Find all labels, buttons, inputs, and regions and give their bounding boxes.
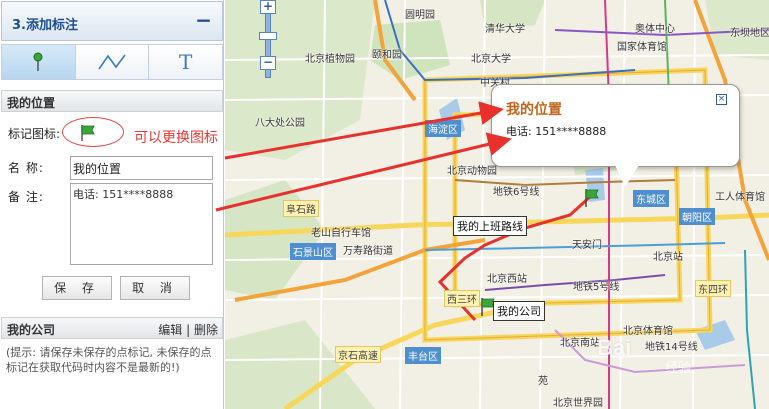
map-label: 北京南站 bbox=[560, 338, 600, 349]
info-window-phone: 电话: 151****8888 bbox=[506, 125, 607, 138]
company-actions: 编辑 | 删除 bbox=[158, 321, 218, 338]
company-label[interactable]: 我的公司 bbox=[493, 301, 545, 321]
panel-header: 3.添加标注 − bbox=[1, 1, 223, 41]
zoom-slider-handle[interactable] bbox=[259, 32, 277, 40]
zoom-control: + − bbox=[259, 0, 277, 78]
watermark-sub: 经验 bbox=[665, 361, 692, 376]
route-label[interactable]: 我的上班路线 bbox=[453, 216, 527, 236]
green-flag-icon bbox=[81, 125, 95, 141]
map-label: 地铁14号线 bbox=[645, 342, 698, 353]
map-label: 颐和园 bbox=[372, 50, 402, 61]
icon-picker[interactable] bbox=[62, 117, 124, 147]
map-label: 工人体育馆 bbox=[715, 192, 765, 203]
map-label: 圆明园 bbox=[405, 10, 435, 21]
map-label: 北京大学 bbox=[471, 54, 511, 65]
marker-tool-tab[interactable] bbox=[2, 45, 76, 79]
district-label: 丰台区 bbox=[405, 347, 441, 364]
district-label: 朝阳区 bbox=[679, 208, 715, 225]
cancel-button[interactable]: 取 消 bbox=[120, 276, 190, 300]
save-hint: (提示: 请保存未保存的点标记, 未保存的点标记在获取代码时内容不是最新的!) bbox=[6, 346, 212, 374]
info-window-pointer bbox=[615, 165, 639, 187]
delete-link[interactable]: 删除 bbox=[194, 323, 218, 337]
icon-label: 标记图标: bbox=[8, 127, 61, 141]
map-label: 天安门 bbox=[572, 240, 602, 251]
district-label: 海淀区 bbox=[425, 120, 461, 137]
note-label: 备 注: bbox=[8, 190, 44, 204]
panel-title: 3.添加标注 bbox=[12, 18, 78, 33]
map-label: 老山自行车馆 bbox=[311, 228, 371, 239]
map-canvas[interactable]: 圆明园 清华大学 北京植物园 颐和园 北京大学 中关村 奥体中心 国家体育馆 东… bbox=[225, 0, 769, 409]
map-label: 北京站 bbox=[653, 252, 683, 263]
note-textarea[interactable]: 电话: 151****8888 bbox=[70, 183, 213, 265]
map-label: 北京植物园 bbox=[305, 54, 355, 65]
section-header-my-company: 我的公司 编辑 | 删除 bbox=[1, 317, 223, 339]
collapse-button[interactable]: − bbox=[195, 8, 212, 32]
road-label: 阜石路 bbox=[283, 200, 319, 217]
info-window-title: 我的位置 bbox=[506, 102, 562, 118]
map-label: 奥体中心 bbox=[635, 24, 675, 35]
text-t-icon: T bbox=[179, 50, 193, 74]
map-label: 万寿路街道 bbox=[343, 246, 393, 257]
district-label: 石景山区 bbox=[290, 243, 336, 260]
map-label: 东坝地区 bbox=[730, 28, 769, 39]
section-title: 我的位置 bbox=[7, 96, 56, 110]
save-button[interactable]: 保 存 bbox=[42, 276, 112, 300]
district-label: 东城区 bbox=[633, 190, 669, 207]
text-tool-tab[interactable]: T bbox=[149, 45, 223, 79]
edit-link[interactable]: 编辑 bbox=[158, 323, 182, 337]
section-header-my-location: 我的位置 bbox=[1, 90, 223, 112]
company-title: 我的公司 bbox=[7, 323, 56, 337]
road-label: 西三环 bbox=[444, 290, 480, 307]
map-label: 苑 bbox=[538, 376, 548, 387]
road-label: 东四环 bbox=[695, 280, 731, 297]
change-icon-hint: 可以更换图标 bbox=[134, 130, 218, 146]
zoom-in-button[interactable]: + bbox=[260, 0, 276, 14]
map-label: 北京动物园 bbox=[447, 166, 497, 177]
zoom-out-button[interactable]: − bbox=[260, 56, 276, 70]
polyline-icon bbox=[98, 54, 126, 70]
marker-pin-icon bbox=[33, 52, 43, 71]
line-tool-tab[interactable] bbox=[75, 45, 150, 79]
watermark-logo: Bai bbox=[597, 335, 632, 360]
map-label: 国家体育馆 bbox=[617, 42, 667, 53]
map-label: 清华大学 bbox=[485, 24, 525, 35]
my-location-flag-icon[interactable] bbox=[583, 188, 601, 208]
map-label: 八大处公园 bbox=[255, 118, 305, 129]
action-divider: | bbox=[186, 323, 191, 337]
map-label: 北京世界园 bbox=[553, 398, 603, 409]
map-label: 地铁5号线 bbox=[573, 282, 620, 293]
name-input[interactable] bbox=[70, 156, 213, 180]
map-label: 北京西站 bbox=[487, 274, 527, 285]
name-label: 名 称: bbox=[8, 161, 44, 175]
annotation-toolbar: T bbox=[1, 44, 223, 80]
annotation-panel: 3.添加标注 − T 我的位置 标记图标: 可以更换图标 名 称: 备 注: bbox=[0, 0, 224, 409]
road-label: 京石高速 bbox=[335, 346, 381, 363]
map-label: 地铁6号线 bbox=[493, 187, 540, 198]
close-icon[interactable]: × bbox=[716, 94, 727, 105]
info-window: 我的位置 电话: 151****8888 × bbox=[491, 84, 740, 167]
